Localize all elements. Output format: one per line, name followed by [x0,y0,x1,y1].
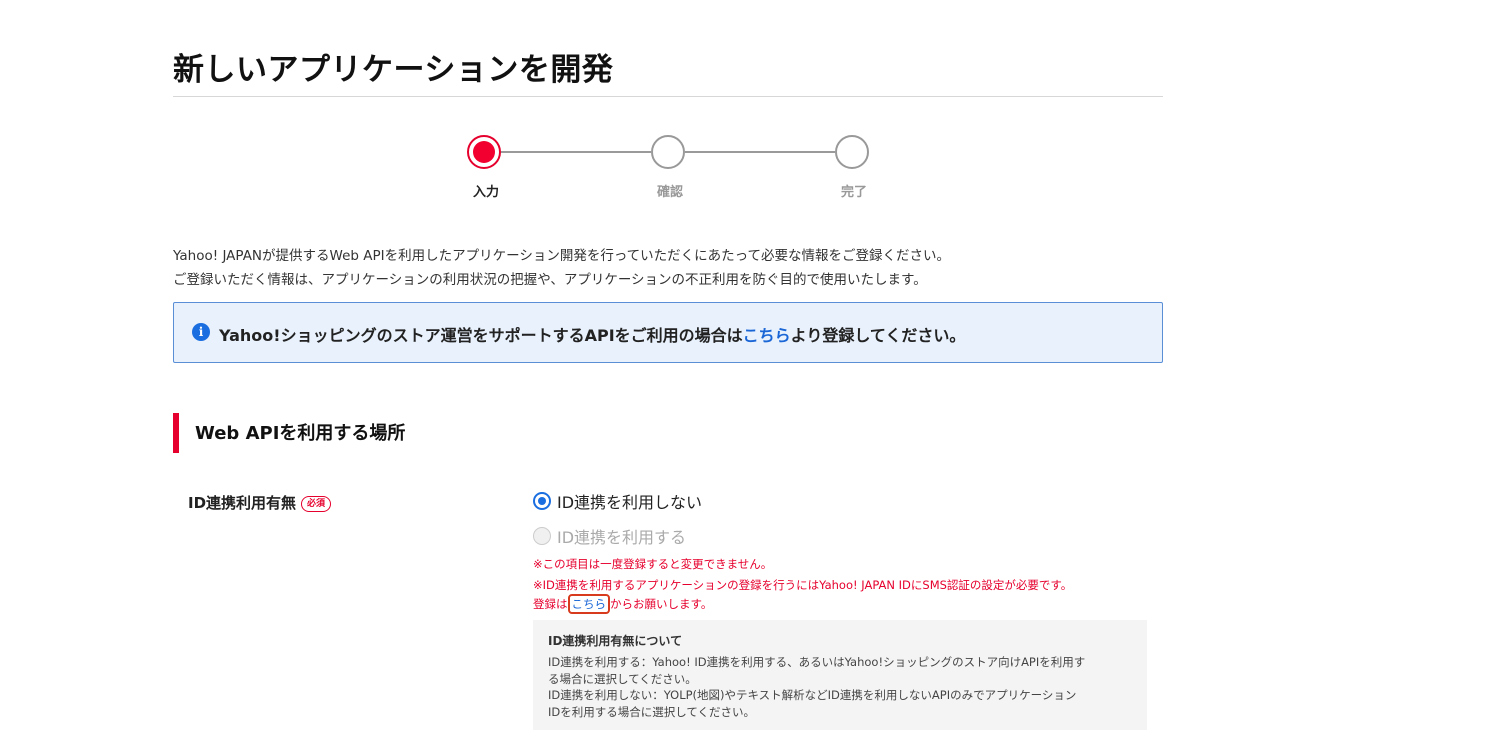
radio-button-disabled[interactable] [533,527,551,545]
info-icon: i [192,323,210,341]
radio-option-no-id[interactable]: ID連携を利用しない [533,489,702,513]
id-integration-note: ID連携利用有無について ID連携を利用する：Yahoo! ID連携を利用する、… [533,620,1147,730]
warning-register: 登録は こちら からお願いします。 [533,594,712,614]
note-body: ID連携を利用する：Yahoo! ID連携を利用する、あるいはYahoo!ショッ… [548,654,1138,720]
note-line-1: ID連携を利用する：Yahoo! ID連携を利用する、あるいはYahoo!ショッ… [548,655,1086,669]
step-2-label: 確認 [656,185,683,200]
warning-register-prefix: 登録は [533,597,568,611]
step-1-label: 入力 [472,185,499,200]
radio-option-use-id-label: ID連携を利用する [557,528,687,547]
progress-stepper: 入力 確認 完了 [467,135,869,205]
page: 新しいアプリケーションを開発 入力 確認 完了 Yahoo! JAPANが提供す… [0,0,1494,747]
intro-line-2: ご登録いただく情報は、アプリケーションの利用状況の把握や、アプリケーションの不正… [173,272,927,288]
radio-option-use-id[interactable]: ID連携を利用する [533,524,686,548]
id-integration-label: ID連携利用有無 必須 [188,492,332,513]
step-connector-2 [685,151,835,153]
info-notice-text: Yahoo!ショッピングのストア運営をサポートするAPIをご利用の場合はこちらよ… [219,322,965,346]
step-2-circle [651,135,685,169]
note-title: ID連携利用有無について [548,634,683,648]
radio-option-no-id-label: ID連携を利用しない [557,493,703,512]
warning-register-suffix: からお願いします。 [610,597,713,611]
info-notice-prefix: Yahoo!ショッピングのストア運営をサポートするAPIをご利用の場合は [219,326,743,345]
shopping-api-register-link[interactable]: こちら [743,326,791,345]
note-line-3: ID連携を利用しない：YOLP(地図)やテキスト解析などID連携を利用しないAP… [548,688,1077,702]
info-notice: i Yahoo!ショッピングのストア運営をサポートするAPIをご利用の場合はこち… [173,302,1163,363]
step-connector-1 [501,151,651,153]
note-line-4: IDを利用する場合に選択してください。 [548,704,756,719]
section-title: Web APIを利用する場所 [173,413,405,453]
title-divider [173,96,1163,97]
page-title: 新しいアプリケーションを開発 [173,52,614,88]
warning-sms-auth: ※ID連携を利用するアプリケーションの登録を行うにはYahoo! JAPAN I… [533,578,1073,592]
info-notice-suffix: より登録してください。 [790,326,966,345]
intro-text: Yahoo! JAPANが提供するWeb APIを利用したアプリケーション開発を… [173,244,950,292]
sms-register-link[interactable]: こちら [567,594,610,614]
step-1-circle [467,135,501,169]
intro-line-1: Yahoo! JAPANが提供するWeb APIを利用したアプリケーション開発を… [173,248,950,264]
step-3-label: 完了 [840,185,867,200]
step-3-circle [835,135,869,169]
radio-button-selected[interactable] [533,492,551,510]
warning-unchangeable: ※この項目は一度登録すると変更できません。 [533,557,773,571]
required-badge: 必須 [301,496,332,512]
id-integration-label-text: ID連携利用有無 [188,494,297,512]
note-line-2: る場合に選択してください。 [548,671,697,686]
